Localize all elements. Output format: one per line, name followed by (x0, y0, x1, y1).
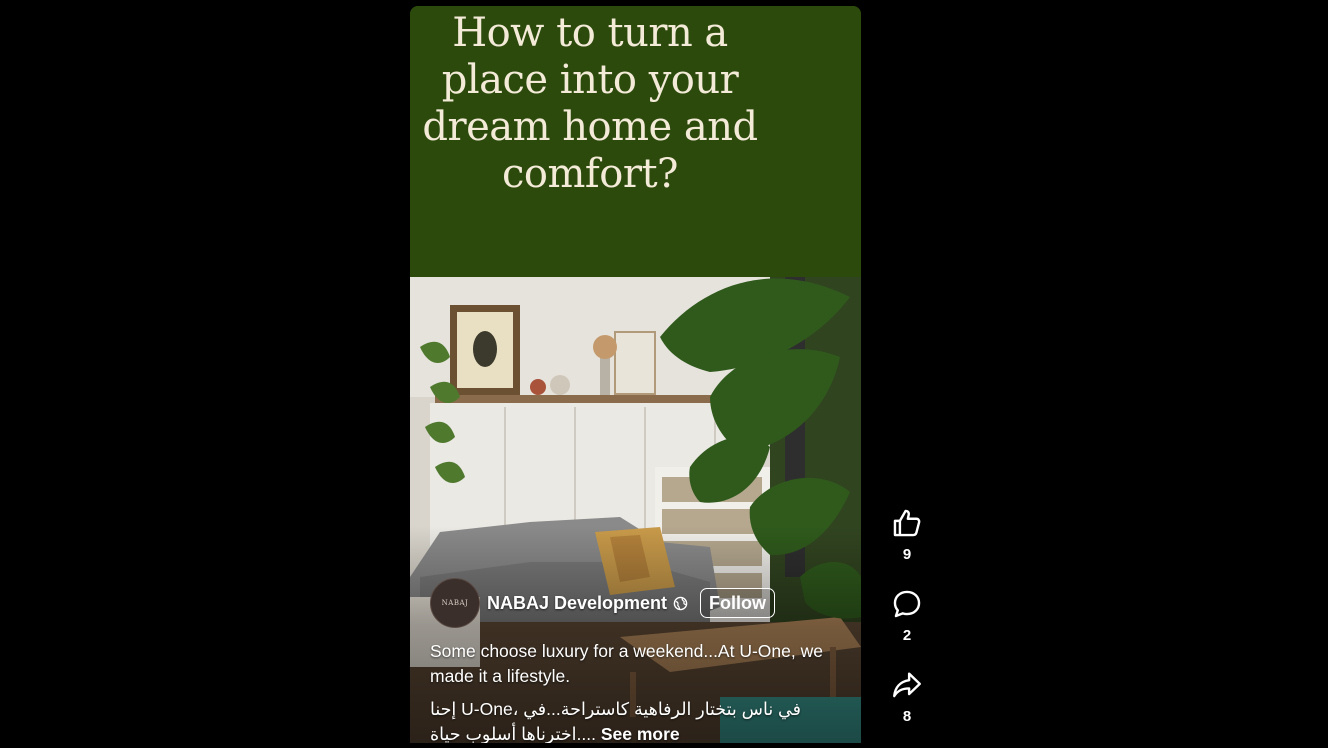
like-button[interactable] (887, 505, 927, 545)
comment-count: 2 (902, 627, 912, 644)
caption-arabic: إحنا U-One، في ناس بتختار الرفاهية كاستر… (430, 697, 830, 743)
author-name[interactable]: NABAJ Development (487, 593, 667, 614)
see-more-link[interactable]: See more (601, 724, 680, 743)
author-row: NABAJ NABAJ Development Follow (430, 578, 776, 628)
like-count: 9 (902, 546, 912, 563)
share-icon (890, 668, 924, 707)
share-action: 8 (881, 667, 933, 748)
reaction-actions: 9 2 8 (881, 505, 933, 748)
video-headline: How to turn a place into your dream home… (422, 10, 758, 197)
follow-button[interactable]: Follow (700, 588, 776, 618)
caption-english: Some choose luxury for a weekend...At U-… (430, 641, 823, 686)
avatar[interactable]: NABAJ (430, 578, 480, 628)
reel-video[interactable]: How to turn a place into your dream home… (410, 6, 861, 743)
share-count: 8 (902, 708, 912, 725)
comment-button[interactable] (887, 586, 927, 626)
thumbs-up-icon (890, 506, 924, 545)
comment-icon (890, 587, 924, 626)
avatar-logo-text: NABAJ (441, 599, 469, 607)
video-title-panel: How to turn a place into your dream home… (410, 6, 861, 277)
comment-action: 2 (881, 586, 933, 667)
share-button[interactable] (887, 667, 927, 707)
globe-icon (673, 596, 688, 611)
like-action: 9 (881, 505, 933, 586)
